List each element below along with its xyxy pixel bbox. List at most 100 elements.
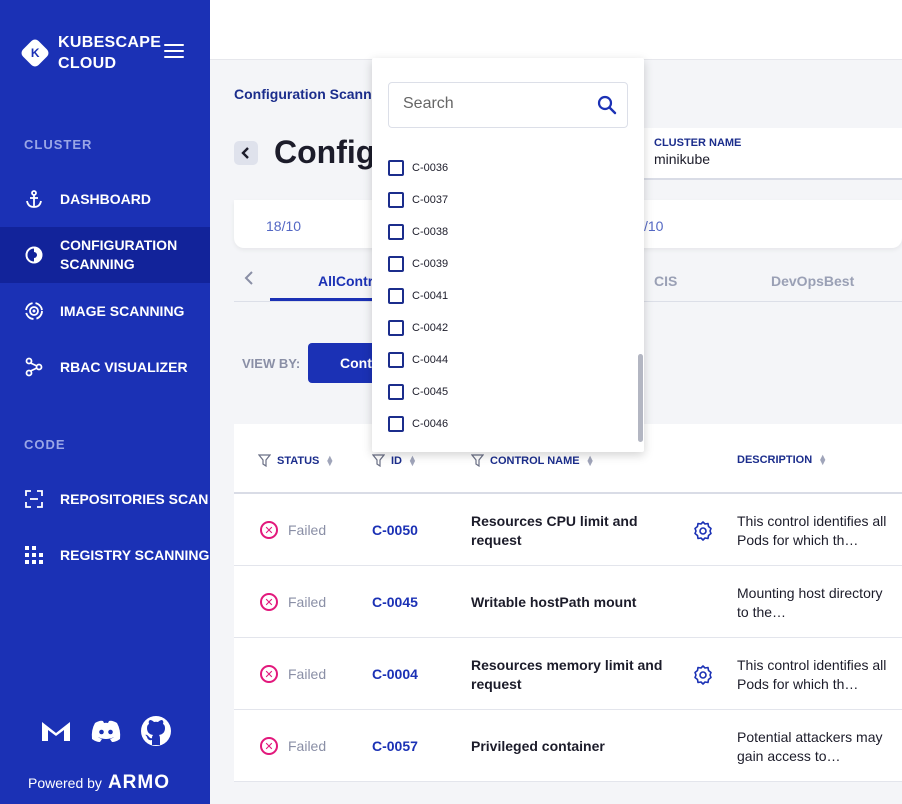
gear-icon[interactable]: [692, 664, 714, 686]
control-description: This control identifies all Pods for whi…: [737, 513, 887, 548]
control-name: Writable hostPath mount: [471, 594, 637, 610]
filter-option[interactable]: C-0044: [388, 352, 448, 368]
filter-icon[interactable]: [372, 454, 385, 467]
dropdown-search-field[interactable]: [388, 82, 628, 128]
cluster-name-field[interactable]: CLUSTER NAME minikube: [644, 128, 902, 180]
sidebar-item-label: CONFIGURATION SCANNING: [60, 237, 178, 272]
tab-allcontrols[interactable]: AllContr: [318, 273, 373, 289]
logo-text-line1: KUBESCAPE: [58, 34, 162, 51]
sidebar: K KUBESCAPE CLOUD CLUSTER DASHBOARD CONF…: [0, 0, 210, 804]
control-description: Mounting host directory to the…: [737, 585, 883, 620]
logo[interactable]: K KUBESCAPE CLOUD: [19, 32, 162, 74]
filter-option[interactable]: C-0038: [388, 224, 448, 240]
search-input[interactable]: [403, 95, 583, 113]
status-cell: ✕ Failed: [260, 737, 326, 755]
filter-option[interactable]: C-0037: [388, 192, 448, 208]
image-scan-icon: [24, 301, 44, 321]
sidebar-item-registry-scanning[interactable]: REGISTRY SCANNING: [0, 542, 210, 568]
logo-text-line2: CLOUD: [58, 55, 117, 72]
status-cell: ✕ Failed: [260, 521, 326, 539]
control-name: Resources CPU limit and request: [471, 513, 638, 548]
checkbox[interactable]: [388, 320, 404, 336]
sort-icon[interactable]: ▲ ▼: [818, 453, 827, 467]
repo-scan-icon: [24, 489, 44, 509]
discord-icon[interactable]: [90, 716, 122, 746]
checkbox[interactable]: [388, 288, 404, 304]
failed-icon: ✕: [260, 665, 278, 683]
control-name: Resources memory limit and request: [471, 657, 663, 692]
control-description: Potential attackers may gain access to…: [737, 729, 883, 764]
tabs-scroll-left-icon[interactable]: [244, 270, 254, 291]
sort-icon[interactable]: ▲ ▼: [586, 453, 595, 467]
sort-icon[interactable]: ▲ ▼: [325, 453, 334, 467]
sidebar-item-image-scanning[interactable]: IMAGE SCANNING: [0, 298, 210, 324]
registry-icon: [24, 545, 44, 565]
back-button[interactable]: [234, 141, 258, 165]
filter-icon[interactable]: [258, 454, 271, 467]
gmail-icon[interactable]: [40, 716, 72, 746]
controls-table: STATUS ▲ ▼ ID ▲ ▼ CONTROL NAME ▲ ▼ DESCRIPT…: [234, 424, 902, 782]
filter-icon[interactable]: [471, 454, 484, 467]
control-description: This control identifies all Pods for whi…: [737, 657, 887, 692]
filter-option[interactable]: C-0042: [388, 320, 448, 336]
failed-icon: ✕: [260, 521, 278, 539]
failed-icon: ✕: [260, 737, 278, 755]
checkbox[interactable]: [388, 224, 404, 240]
sidebar-item-rbac-visualizer[interactable]: RBAC VISUALIZER: [0, 354, 210, 380]
view-by-label: VIEW BY:: [242, 356, 301, 371]
anchor-icon: [24, 189, 44, 209]
section-label-code: CODE: [24, 437, 66, 452]
tab-cis[interactable]: CIS: [654, 273, 677, 289]
top-bar: [210, 0, 902, 60]
column-header-control-name[interactable]: CONTROL NAME ▲ ▼: [471, 453, 595, 467]
sort-icon[interactable]: ▲ ▼: [408, 453, 417, 467]
control-name: Privileged container: [471, 738, 605, 754]
sidebar-item-label: RBAC VISUALIZER: [60, 358, 188, 375]
checkbox[interactable]: [388, 352, 404, 368]
chevron-left-icon: [241, 147, 249, 159]
powered-by: Powered by ARMO: [28, 772, 170, 793]
table-row[interactable]: ✕ Failed C-0004 Resources memory limit a…: [234, 638, 902, 710]
column-header-id[interactable]: ID ▲ ▼: [372, 453, 417, 467]
checkbox[interactable]: [388, 192, 404, 208]
control-id-link[interactable]: C-0050: [372, 522, 418, 538]
cluster-name-label: CLUSTER NAME: [654, 137, 742, 149]
menu-icon[interactable]: [164, 44, 184, 58]
filter-option[interactable]: C-0039: [388, 256, 448, 272]
scan-date-right: /10: [644, 218, 664, 234]
table-row[interactable]: ✕ Failed C-0057 Privileged container Pot…: [234, 710, 902, 782]
control-id-link[interactable]: C-0004: [372, 666, 418, 682]
filter-option[interactable]: C-0041: [388, 288, 448, 304]
search-icon[interactable]: [597, 95, 617, 120]
tab-devopsbest[interactable]: DevOpsBest: [771, 273, 854, 289]
dropdown-scrollbar[interactable]: [638, 354, 643, 442]
column-header-description[interactable]: DESCRIPTION ▲ ▼: [737, 453, 827, 467]
sidebar-item-configuration-scanning[interactable]: CONFIGURATION SCANNING: [0, 227, 210, 283]
table-row[interactable]: ✕ Failed C-0050 Resources CPU limit and …: [234, 494, 902, 566]
filter-option[interactable]: C-0045: [388, 384, 448, 400]
sidebar-item-label: DASHBOARD: [60, 190, 151, 207]
control-id-link[interactable]: C-0057: [372, 738, 418, 754]
column-header-status[interactable]: STATUS ▲ ▼: [258, 453, 334, 467]
filter-option[interactable]: C-0046: [388, 416, 448, 432]
armo-logo: ARMO: [107, 772, 170, 793]
cluster-name-value: minikube: [654, 151, 711, 167]
checkbox[interactable]: [388, 256, 404, 272]
kubescape-logo-icon: K: [19, 37, 51, 69]
filter-option[interactable]: C-0036: [388, 160, 448, 176]
github-icon[interactable]: [140, 716, 172, 746]
checkbox[interactable]: [388, 384, 404, 400]
status-cell: ✕ Failed: [260, 593, 326, 611]
id-filter-dropdown: C-0036 C-0037 C-0038 C-0039 C-0041 C-004…: [372, 58, 644, 452]
checkbox[interactable]: [388, 416, 404, 432]
table-row[interactable]: ✕ Failed C-0045 Writable hostPath mount …: [234, 566, 902, 638]
sidebar-item-repositories-scan[interactable]: REPOSITORIES SCAN: [0, 486, 210, 512]
control-id-link[interactable]: C-0045: [372, 594, 418, 610]
gear-icon[interactable]: [692, 520, 714, 542]
breadcrumb[interactable]: Configuration Scanni: [234, 86, 376, 102]
sidebar-item-label: IMAGE SCANNING: [60, 302, 185, 319]
config-scan-icon: [24, 245, 44, 265]
sidebar-item-dashboard[interactable]: DASHBOARD: [0, 186, 210, 212]
social-links: [40, 716, 172, 746]
checkbox[interactable]: [388, 160, 404, 176]
